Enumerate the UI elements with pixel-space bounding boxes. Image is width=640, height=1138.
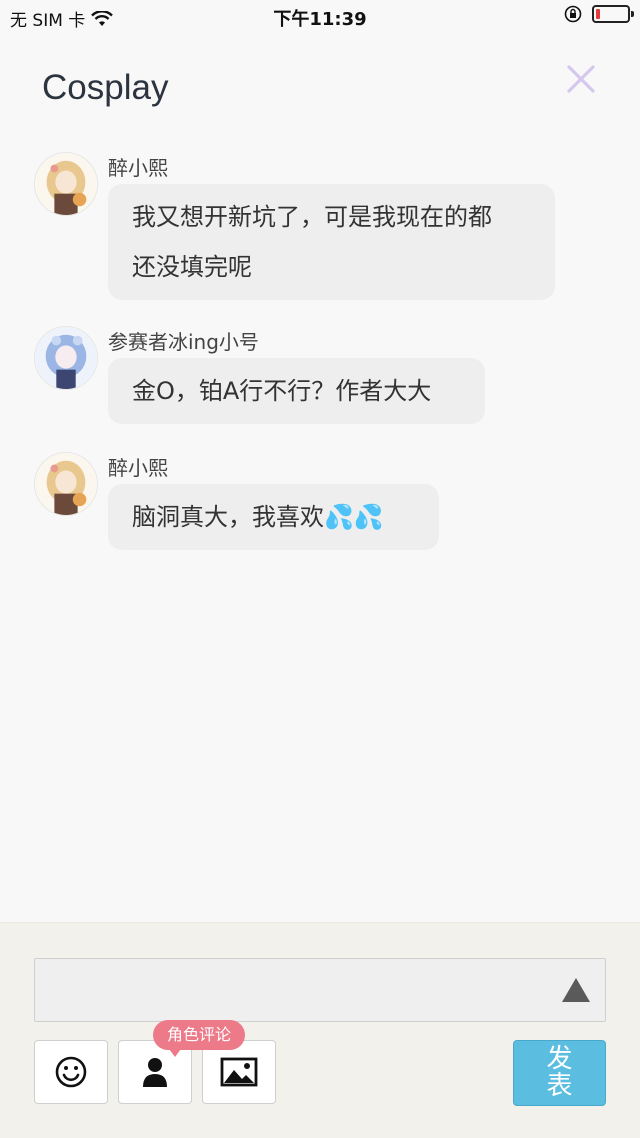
avatar-blue-image [35,327,97,389]
emoji-button[interactable] [34,1040,108,1104]
status-bar: 无 SIM 卡 下午11:39 [0,0,640,34]
avatar[interactable] [34,452,98,516]
smiley-icon [55,1056,87,1088]
publish-label-bottom: 表 [546,1071,573,1101]
message-text-line: 脑洞真大，我喜欢💦💦 [132,503,384,531]
page-title: Cosplay [42,68,169,107]
message-item: 参赛者冰ing小号 金O，铂A行不行？作者大大 [34,326,494,438]
image-icon [220,1057,258,1087]
message-text-line: 我又想开新坑了，可是我现在的都 [132,203,492,231]
sender-name: 醉小熙 [108,456,168,480]
message-bubble: 脑洞真大，我喜欢💦💦 [108,484,439,550]
person-icon [143,1058,167,1087]
orientation-lock-icon [564,5,582,23]
message-text-line: 还没填完呢 [132,253,252,281]
publish-button[interactable]: 发 表 [513,1040,606,1106]
avatar-blonde-image [35,153,97,215]
publish-label-top: 发 [546,1044,573,1074]
avatar[interactable] [34,152,98,216]
sender-name: 参赛者冰ing小号 [108,330,259,354]
avatar[interactable] [34,326,98,390]
close-icon[interactable] [564,62,598,96]
avatar-blonde-image [35,453,97,515]
role-comment-badge: 角色评论 [153,1020,246,1057]
battery-fill [596,9,600,19]
screen: 无 SIM 卡 下午11:39 Cosplay 醉小熙 我又想开新坑了，可是我现… [0,0,640,1138]
triangle-up-icon[interactable] [561,977,591,1003]
message-bubble: 金O，铂A行不行？作者大大 [108,358,485,424]
message-text-line: 金O，铂A行不行？作者大大 [132,377,432,405]
message-item: 醉小熙 我又想开新坑了，可是我现在的都 还没填完呢 [34,152,574,312]
message-bubble: 我又想开新坑了，可是我现在的都 还没填完呢 [108,184,555,300]
compose-panel: 角色评论 发 表 [0,922,640,1138]
status-time: 下午11:39 [273,9,367,30]
message-item: 醉小熙 脑洞真大，我喜欢💦💦 [34,452,454,562]
status-right [564,5,634,23]
battery-icon [592,5,634,23]
sender-name: 醉小熙 [108,156,168,180]
comment-input[interactable] [34,958,606,1022]
